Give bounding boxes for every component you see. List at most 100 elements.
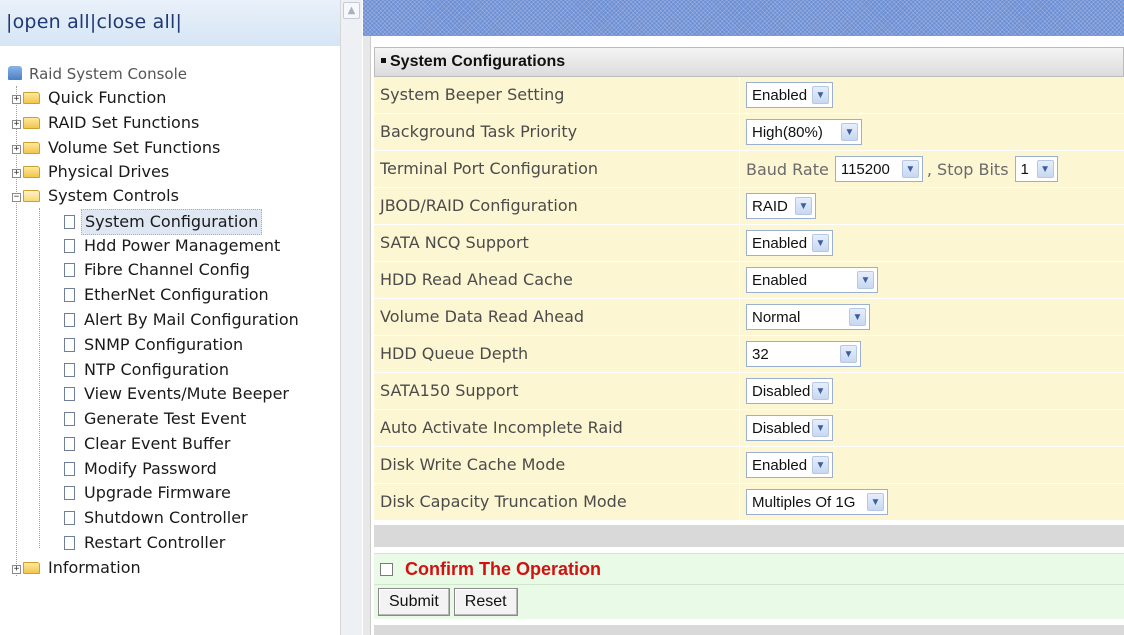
tree-item-label: Clear Event Buffer (84, 434, 231, 453)
tree-item-label: Volume Set Functions (48, 138, 221, 157)
section-header: System Configurations (374, 47, 1124, 77)
tree-item-ethernet-configuration[interactable]: EtherNet Configuration (64, 283, 272, 307)
chevron-down-icon[interactable]: ▼ (812, 419, 829, 437)
chevron-down-icon[interactable]: ▼ (901, 160, 919, 178)
tree-item-information[interactable]: + Information (12, 556, 144, 580)
section-title: System Configurations (390, 53, 566, 70)
frame-divider (363, 36, 371, 635)
setting-row-hdd-read-ahead: HDD Read Ahead Cache Enabled ▼ (374, 262, 1124, 299)
tree-item-label: System Configuration (81, 209, 263, 235)
page-icon (64, 363, 75, 377)
tree-item-label: View Events/Mute Beeper (84, 384, 290, 403)
expand-collapse-links: |open all|close all| (6, 11, 182, 33)
submit-button[interactable]: Submit (378, 588, 450, 616)
chevron-down-icon[interactable]: ▼ (857, 271, 874, 289)
separator-bar (374, 525, 1124, 547)
chevron-down-icon[interactable]: ▼ (795, 197, 812, 215)
tree-item-ntp-configuration[interactable]: NTP Configuration (64, 358, 232, 382)
expand-plus-icon[interactable]: + (12, 120, 21, 129)
tree-item-snmp-configuration[interactable]: SNMP Configuration (64, 333, 246, 357)
disk-write-cache-select[interactable]: Enabled ▼ (746, 452, 833, 478)
tree-item-physical-drives[interactable]: + Physical Drives (12, 160, 172, 184)
setting-row-background-priority: Background Task Priority High(80%) ▼ (374, 114, 1124, 151)
tree-item-restart-controller[interactable]: Restart Controller (64, 531, 228, 555)
header-pattern-strip (363, 0, 1124, 36)
open-all-link[interactable]: open all (13, 11, 90, 33)
tree-item-modify-password[interactable]: Modify Password (64, 457, 220, 481)
select-value: Enabled (752, 234, 808, 252)
tree-item-system-controls[interactable]: − System Controls (12, 184, 182, 208)
chevron-down-icon[interactable]: ▼ (840, 345, 857, 363)
chevron-down-icon[interactable]: ▼ (812, 234, 829, 252)
hdd-read-ahead-select[interactable]: Enabled ▼ (746, 267, 878, 293)
confirm-checkbox[interactable] (380, 562, 393, 576)
reset-button[interactable]: Reset (453, 588, 518, 616)
sata-ncq-select[interactable]: Enabled ▼ (746, 230, 833, 256)
stop-bits-select[interactable]: 1 ▼ (1014, 156, 1058, 182)
config-form: System Configurations System Beeper Sett… (374, 47, 1124, 635)
setting-label: Disk Capacity Truncation Mode (374, 484, 740, 520)
system-beeper-select[interactable]: Enabled ▼ (746, 82, 833, 108)
close-all-link[interactable]: close all (96, 11, 175, 33)
chevron-down-icon[interactable]: ▼ (841, 123, 858, 141)
hdd-queue-depth-select[interactable]: 32 ▼ (746, 341, 861, 367)
expand-plus-icon[interactable]: + (12, 169, 21, 178)
baud-rate-select[interactable]: 115200 ▼ (834, 156, 923, 182)
background-priority-select[interactable]: High(80%) ▼ (746, 119, 862, 145)
expand-plus-icon[interactable]: + (12, 145, 21, 154)
disk-capacity-select[interactable]: Multiples Of 1G ▼ (746, 489, 888, 515)
open-folder-icon (23, 190, 40, 202)
tree-item-system-configuration[interactable]: System Configuration (64, 209, 263, 235)
folder-icon (23, 166, 40, 178)
tree-root[interactable]: Raid System Console (8, 62, 190, 86)
tree-item-generate-test-event[interactable]: Generate Test Event (64, 407, 249, 431)
tree-item-label: Shutdown Controller (84, 508, 248, 527)
tree-item-alert-by-mail[interactable]: Alert By Mail Configuration (64, 308, 302, 332)
pipe-separator: | (6, 11, 13, 33)
jbod-raid-select[interactable]: RAID ▼ (746, 193, 816, 219)
collapse-minus-icon[interactable]: − (12, 193, 21, 202)
select-value: 115200 (840, 160, 890, 178)
select-value: 1 (1020, 160, 1029, 178)
tree-item-fibre-channel-config[interactable]: Fibre Channel Config (64, 258, 253, 282)
sata150-select[interactable]: Disabled ▼ (746, 378, 833, 404)
page-icon (64, 215, 75, 229)
confirm-operation-row: Confirm The Operation (374, 553, 1124, 585)
page-icon (64, 263, 75, 277)
folder-icon (23, 562, 40, 574)
select-value: Multiples Of 1G (752, 493, 856, 511)
setting-label: Terminal Port Configuration (374, 151, 740, 187)
folder-icon (23, 142, 40, 154)
tree-item-clear-event-buffer[interactable]: Clear Event Buffer (64, 432, 233, 456)
setting-label: JBOD/RAID Configuration (374, 188, 740, 224)
expand-plus-icon[interactable]: + (12, 565, 21, 574)
expand-plus-icon[interactable]: + (12, 95, 21, 104)
setting-label: Volume Data Read Ahead (374, 299, 740, 335)
volume-read-ahead-select[interactable]: Normal ▼ (746, 304, 870, 330)
footer-bar (374, 625, 1124, 635)
tree-item-shutdown-controller[interactable]: Shutdown Controller (64, 506, 251, 530)
tree-item-quick-function[interactable]: + Quick Function (12, 86, 169, 110)
tree-item-label: Alert By Mail Configuration (84, 310, 299, 329)
tree-item-volume-set-functions[interactable]: + Volume Set Functions (12, 136, 223, 160)
setting-row-jbod-raid: JBOD/RAID Configuration RAID ▼ (374, 188, 1124, 225)
chevron-down-icon[interactable]: ▼ (812, 86, 829, 104)
tree-item-raid-set-functions[interactable]: + RAID Set Functions (12, 111, 202, 135)
scroll-up-arrow-icon[interactable]: ▲ (343, 2, 360, 19)
page-icon (64, 536, 75, 550)
confirm-label: Confirm The Operation (405, 558, 602, 579)
tree-item-hdd-power-management[interactable]: Hdd Power Management (64, 234, 283, 258)
chevron-down-icon[interactable]: ▼ (812, 382, 829, 400)
chevron-down-icon[interactable]: ▼ (849, 308, 866, 326)
bullet-icon (381, 58, 386, 63)
chevron-down-icon[interactable]: ▼ (867, 493, 884, 511)
tree-item-view-events[interactable]: View Events/Mute Beeper (64, 382, 292, 406)
chevron-down-icon[interactable]: ▼ (812, 456, 829, 474)
setting-label: Disk Write Cache Mode (374, 447, 740, 483)
vertical-scrollbar[interactable]: ▲ (340, 0, 362, 635)
chevron-down-icon[interactable]: ▼ (1036, 160, 1054, 178)
auto-activate-select[interactable]: Disabled ▼ (746, 415, 833, 441)
tree-item-label: Information (48, 558, 141, 577)
select-value: Disabled (752, 419, 811, 437)
tree-item-upgrade-firmware[interactable]: Upgrade Firmware (64, 481, 234, 505)
